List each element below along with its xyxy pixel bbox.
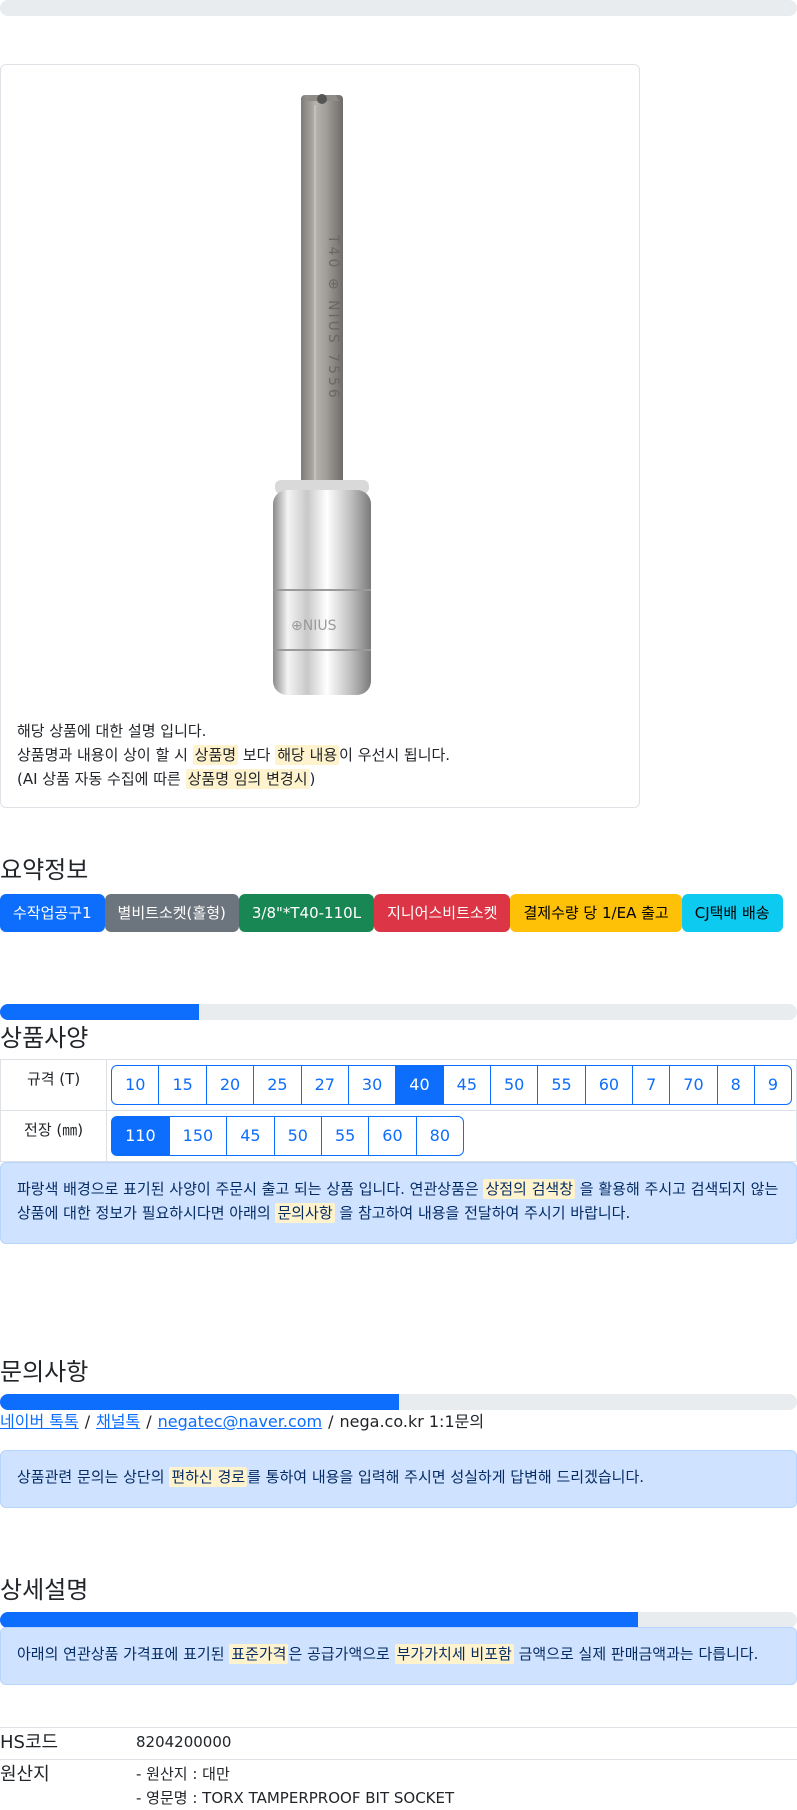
naver-talk-link[interactable]: 네이버 톡톡: [0, 1412, 79, 1431]
hs-code-label: HS코드: [0, 1728, 136, 1760]
notice-text: 금액으로 실제 판매금액과는 다릅니다.: [514, 1645, 759, 1663]
spec-label: 규격 (T): [1, 1060, 107, 1111]
desc-text: 상품명과 내용이 상이 할 시: [17, 746, 193, 764]
spec-option-button[interactable]: 10: [111, 1065, 159, 1105]
highlight-search: 상점의 검색창: [483, 1179, 575, 1199]
desc-text: ): [310, 770, 316, 788]
specs-title: 상품사양: [0, 1018, 88, 1053]
spec-option-button[interactable]: 150: [169, 1116, 228, 1156]
summary-badge: 지니어스비트소켓: [374, 894, 510, 932]
highlight-standard-price: 표준가격: [229, 1644, 288, 1664]
highlight-route: 편하신 경로: [169, 1467, 247, 1487]
desc-text: (AI 상품 자동 수집에 따른: [17, 770, 186, 788]
english-name-line: - 영문명 : TORX TAMPERPROOF BIT SOCKET: [136, 1786, 797, 1810]
desc-line-1: 해당 상품에 대한 설명 입니다.: [17, 719, 450, 743]
spec-label: 전장 (㎜): [1, 1111, 107, 1162]
desc-line-2: 상품명과 내용이 상이 할 시 상품명 보다 해당 내용이 우선시 됩니다.: [17, 743, 450, 767]
separator: /: [79, 1412, 96, 1431]
separator: /: [140, 1412, 157, 1431]
inquiry-notice: 상품관련 문의는 상단의 편하신 경로를 통하여 내용을 입력해 주시면 성실하…: [0, 1450, 797, 1508]
summary-progress-bar: [0, 1004, 797, 1020]
detail-title: 상세설명: [0, 1570, 88, 1605]
summary-title: 요약정보: [0, 850, 88, 885]
origin-value: - 원산지 : 대만 - 영문명 : TORX TAMPERPROOF BIT …: [136, 1760, 797, 1810]
origin-label: 원산지: [0, 1760, 136, 1810]
spec-option-button[interactable]: 60: [585, 1065, 633, 1105]
desc-line-3: (AI 상품 자동 수집에 따른 상품명 임의 변경시): [17, 767, 450, 791]
option-button-group: 101520252730404550556077089: [111, 1065, 792, 1105]
spec-option-button[interactable]: 25: [253, 1065, 301, 1105]
highlight-name-change: 상품명 임의 변경시: [186, 769, 310, 789]
highlight-content: 해당 내용: [275, 745, 339, 765]
spec-row: 규격 (T)101520252730404550556077089: [1, 1060, 797, 1111]
notice-text: 파랑색 배경으로 표기된 사양이 주문시 출고 되는 상품 입니다. 연관상품은: [17, 1180, 483, 1198]
summary-badge: CJ택배 배송: [682, 894, 783, 932]
highlight-vat: 부가가치세 비포함: [395, 1644, 514, 1664]
summary-badge: 결제수량 당 1/EA 출고: [510, 894, 681, 932]
spec-option-button[interactable]: 50: [274, 1116, 322, 1156]
spec-option-button[interactable]: 15: [158, 1065, 206, 1105]
inquiry-progress-bar: [0, 1394, 797, 1410]
spec-options-cell: 1101504550556080: [107, 1111, 797, 1162]
spec-option-button[interactable]: 55: [537, 1065, 585, 1105]
spec-option-button[interactable]: 45: [443, 1065, 491, 1105]
channel-talk-link[interactable]: 채널톡: [96, 1412, 140, 1431]
spec-option-button[interactable]: 7: [632, 1065, 670, 1105]
detail-notice: 아래의 연관상품 가격표에 표기된 표준가격은 공급가액으로 부가가치세 비포함…: [0, 1627, 797, 1685]
product-card: T40 ⊕ NIUS 7556 ⊕NIUS 해당 상품에 대한 설명 입니다. …: [0, 64, 640, 808]
spec-options-cell: 101520252730404550556077089: [107, 1060, 797, 1111]
detail-progress-bar: [0, 1612, 797, 1628]
spec-option-button[interactable]: 9: [754, 1065, 792, 1105]
spec-option-button[interactable]: 60: [368, 1116, 416, 1156]
summary-badge: 별비트소켓(홀형): [105, 894, 239, 932]
highlight-product-name: 상품명: [193, 745, 238, 765]
desc-text: 이 우선시 됩니다.: [339, 746, 450, 764]
product-info-table: HS코드 8204200000 원산지 - 원산지 : 대만 - 영문명 : T…: [0, 1727, 797, 1810]
spec-option-button[interactable]: 30: [348, 1065, 396, 1105]
spec-option-button[interactable]: 27: [301, 1065, 349, 1105]
summary-badges: 수작업공구1별비트소켓(홀형)3/8"*T40-110L지니어스비트소켓결제수량…: [0, 894, 783, 932]
progress-fill: [0, 1394, 399, 1410]
product-image: T40 ⊕ NIUS 7556 ⊕NIUS: [269, 85, 409, 695]
summary-badge: 3/8"*T40-110L: [239, 894, 374, 932]
email-link[interactable]: negatec@naver.com: [158, 1412, 322, 1431]
svg-text:T40 ⊕ NIUS 7556: T40 ⊕ NIUS 7556: [325, 234, 341, 401]
notice-text: 상품관련 문의는 상단의: [17, 1468, 169, 1486]
spec-option-button[interactable]: 50: [490, 1065, 538, 1105]
svg-text:⊕NIUS: ⊕NIUS: [291, 618, 337, 634]
contact-links: 네이버 톡톡/채널톡/negatec@naver.com/nega.co.kr …: [0, 1410, 484, 1434]
notice-text: 아래의 연관상품 가격표에 표기된: [17, 1645, 229, 1663]
separator: /: [322, 1412, 339, 1431]
spec-notice: 파랑색 배경으로 표기된 사양이 주문시 출고 되는 상품 입니다. 연관상품은…: [0, 1162, 797, 1244]
spec-option-button[interactable]: 45: [226, 1116, 274, 1156]
desc-text: 보다: [238, 746, 275, 764]
top-progress-bar: [0, 0, 797, 16]
notice-text: 을 참고하여 내용을 전달하여 주시기 바랍니다.: [335, 1204, 631, 1222]
notice-text: 은 공급가액으로: [288, 1645, 394, 1663]
spec-option-button[interactable]: 110: [111, 1116, 170, 1156]
hs-code-value: 8204200000: [136, 1728, 797, 1760]
spec-option-button[interactable]: 40: [395, 1065, 443, 1105]
spec-option-button[interactable]: 80: [416, 1116, 464, 1156]
site-inquiry-text: nega.co.kr 1:1문의: [340, 1412, 485, 1431]
option-button-group: 1101504550556080: [111, 1116, 792, 1156]
spec-row: 전장 (㎜)1101504550556080: [1, 1111, 797, 1162]
spec-table: 규격 (T)101520252730404550556077089전장 (㎜)1…: [0, 1059, 797, 1162]
origin-line: - 원산지 : 대만: [136, 1762, 797, 1786]
highlight-inquiry: 문의사항: [275, 1203, 334, 1223]
product-description: 해당 상품에 대한 설명 입니다. 상품명과 내용이 상이 할 시 상품명 보다…: [17, 719, 450, 791]
origin-row: 원산지 - 원산지 : 대만 - 영문명 : TORX TAMPERPROOF …: [0, 1760, 797, 1810]
spec-option-button[interactable]: 70: [669, 1065, 717, 1105]
progress-fill: [0, 1612, 638, 1628]
hs-code-row: HS코드 8204200000: [0, 1728, 797, 1760]
summary-badge: 수작업공구1: [0, 894, 105, 932]
spec-option-button[interactable]: 8: [717, 1065, 755, 1105]
spec-option-button[interactable]: 55: [321, 1116, 369, 1156]
inquiry-title: 문의사항: [0, 1352, 88, 1387]
notice-text: 를 통하여 내용을 입력해 주시면 성실하게 답변해 드리겠습니다.: [247, 1468, 644, 1486]
spec-option-button[interactable]: 20: [206, 1065, 254, 1105]
